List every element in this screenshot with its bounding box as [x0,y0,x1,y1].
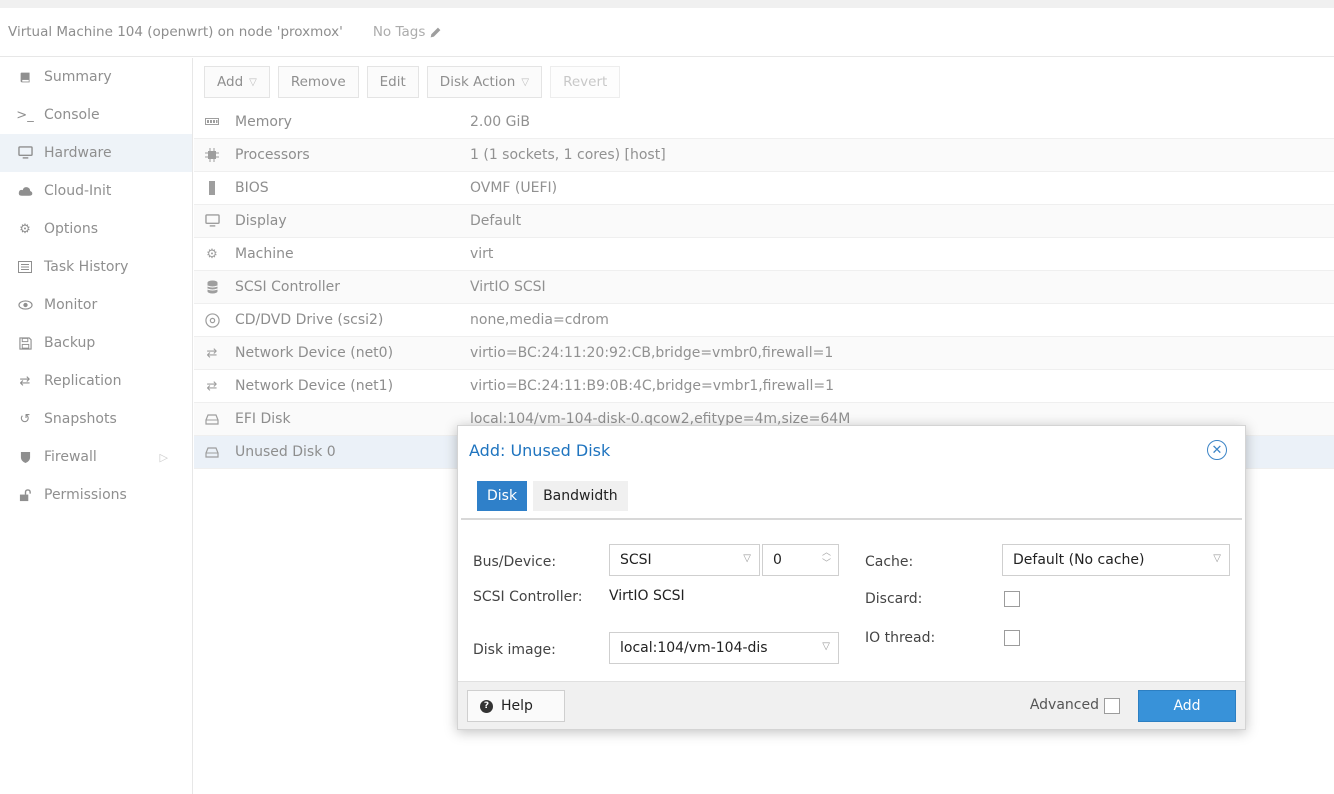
dialog-title-bar: Add: Unused Disk ✕ [458,426,1245,474]
discard-checkbox[interactable] [1004,591,1020,607]
dialog-tabs: Disk Bandwidth [461,474,1242,520]
spinner-arrows-icon[interactable]: ︿ ﹀ [822,548,831,570]
tab-disk-label: Disk [487,488,518,504]
dialog-title: Add: Unused Disk [469,440,611,460]
disk-image-select[interactable]: local:104/vm-104-dis ▽ [609,632,839,664]
add-button[interactable]: Add [1138,690,1236,722]
io-thread-checkbox[interactable] [1004,630,1020,646]
tab-bandwidth[interactable]: Bandwidth [533,481,628,511]
cache-label: Cache: [865,554,914,570]
add-unused-disk-dialog: Add: Unused Disk ✕ Disk Bandwidth Bus/De… [457,425,1246,730]
controller-label: SCSI Controller: [473,589,583,605]
help-label: Help [501,698,533,714]
controller-value: VirtIO SCSI [609,588,685,604]
io-thread-label: IO thread: [865,630,936,646]
tab-bandwidth-label: Bandwidth [543,488,618,504]
question-circle-icon: ? [480,699,493,713]
discard-label: Discard: [865,591,923,607]
bus-value: SCSI [620,552,652,568]
disk-image-label: Disk image: [473,642,556,658]
add-button-label: Add [1173,698,1201,714]
dialog-footer: ? Help Advanced Add [458,681,1245,729]
chevron-down-icon[interactable]: ▽ [743,553,751,564]
cache-select[interactable]: Default (No cache) ▽ [1002,544,1230,576]
advanced-label: Advanced [1029,697,1099,713]
bus-select[interactable]: SCSI ▽ [609,544,760,576]
chevron-down-icon[interactable]: ▽ [822,641,830,652]
chevron-down-icon[interactable]: ▽ [1213,553,1221,564]
help-button[interactable]: ? Help [467,690,565,722]
disk-image-value: local:104/vm-104-dis [620,640,768,656]
device-number-stepper[interactable]: 0 ︿ ﹀ [762,544,839,576]
disk-form: Bus/Device: SCSI ▽ 0 ︿ ﹀ SCSI Controller:… [458,520,1245,684]
advanced-checkbox[interactable] [1104,698,1120,714]
cache-value: Default (No cache) [1013,552,1145,568]
device-number-value: 0 [773,552,782,568]
tab-disk[interactable]: Disk [477,481,528,511]
bus-device-label: Bus/Device: [473,554,557,570]
close-icon[interactable]: ✕ [1207,440,1227,460]
